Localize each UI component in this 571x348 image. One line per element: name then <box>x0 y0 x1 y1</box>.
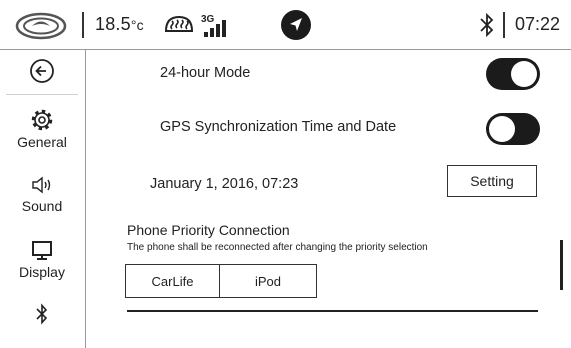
sidebar-item-sound[interactable]: Sound <box>0 174 84 214</box>
back-icon <box>30 59 54 83</box>
clock: 07:22 <box>515 14 561 34</box>
sidebar: General Sound Display <box>0 50 86 348</box>
sidebar-item-label: Display <box>19 264 65 280</box>
sidebar-item-label: General <box>17 134 67 150</box>
status-divider <box>503 12 505 38</box>
option-ipod[interactable]: iPod <box>220 265 316 297</box>
signal-icon: 3G <box>201 14 226 37</box>
gps-sync-label: GPS Synchronization Time and Date <box>160 119 397 135</box>
speaker-icon <box>32 176 51 194</box>
sidebar-item-general[interactable]: General <box>0 108 84 150</box>
sidebar-item-display[interactable]: Display <box>0 238 84 280</box>
option-carlife[interactable]: CarLife <box>126 265 220 297</box>
settings-panel: 24-hour Mode GPS Synchronization Time an… <box>87 50 571 348</box>
setting-button[interactable]: Setting <box>447 165 537 197</box>
scrollbar[interactable] <box>560 240 563 290</box>
gps-sync-toggle[interactable] <box>486 113 540 145</box>
rear-defrost-icon <box>164 15 194 32</box>
status-bar: 18.5°c 3G 07:22 <box>0 0 571 50</box>
infotainment-screen: 18.5°c 3G 07:22 General Sound Display 24… <box>0 0 571 348</box>
bluetooth-icon <box>480 12 494 38</box>
hour-mode-toggle[interactable] <box>486 58 540 90</box>
gear-icon <box>31 109 53 131</box>
section-divider <box>127 310 538 312</box>
toggle-knob <box>511 61 537 87</box>
sidebar-divider <box>6 94 78 95</box>
bluetooth-icon <box>36 303 48 325</box>
brand-logo <box>15 12 67 40</box>
phone-priority-title: Phone Priority Connection <box>127 222 290 238</box>
monitor-icon <box>32 241 52 260</box>
sidebar-item-label: Sound <box>21 198 63 214</box>
phone-priority-selector: CarLife iPod <box>125 264 317 298</box>
navigation-icon[interactable] <box>280 9 312 41</box>
status-divider <box>82 12 84 38</box>
date-time-value: January 1, 2016, 07:23 <box>150 176 299 192</box>
back-button[interactable] <box>0 58 84 84</box>
temperature-readout: 18.5°c <box>95 14 144 34</box>
toggle-knob <box>489 116 515 142</box>
phone-priority-description: The phone shall be reconnected after cha… <box>127 242 428 253</box>
sidebar-item-bluetooth[interactable] <box>0 302 84 326</box>
hour-mode-label: 24-hour Mode <box>160 65 251 81</box>
svg-text:3G: 3G <box>201 14 215 25</box>
